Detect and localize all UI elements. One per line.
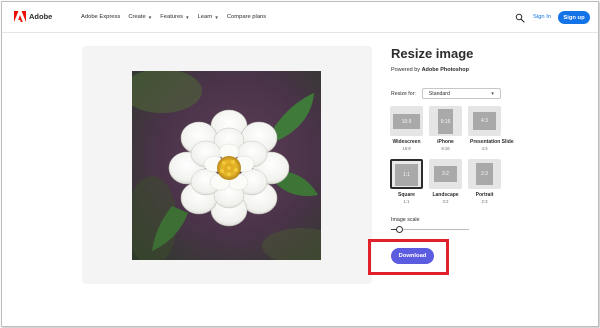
search-icon[interactable] — [515, 13, 525, 23]
option-ratio: 2:3 — [481, 199, 488, 204]
chevron-down-icon: ▼ — [214, 14, 219, 20]
option-widescreen[interactable]: 16:9 Widescreen 16:9 — [390, 106, 428, 151]
top-header: Adobe Adobe Express Create ▼ Features ▼ … — [2, 2, 598, 33]
option-ratio: 1:1 — [403, 199, 410, 204]
nav-label: Learn — [197, 14, 213, 20]
resize-for-label: Resize for: — [391, 90, 416, 97]
option-presentation-slide[interactable]: 4:3 Presentation Slide 4:3 — [468, 106, 514, 151]
chevron-down-icon: ▼ — [185, 14, 190, 20]
option-tile: 2:3 — [468, 159, 501, 189]
chevron-down-icon: ▼ — [147, 14, 153, 20]
panel-title: Resize image — [391, 46, 474, 61]
option-ratio: 9:16 — [441, 146, 450, 151]
nav-adobe-express[interactable]: Adobe Express — [81, 14, 120, 20]
app-window: Adobe Adobe Express Create ▼ Features ▼ … — [1, 1, 599, 327]
option-name: Landscape — [432, 192, 459, 198]
sign-up-button[interactable]: Sign up — [558, 11, 590, 24]
adobe-logo[interactable]: Adobe — [14, 11, 52, 22]
option-iphone[interactable]: 9:16 iPhone 9:16 — [429, 106, 467, 151]
powered-brand: Adobe Photoshop — [421, 67, 469, 73]
chevron-down-icon: ▼ — [490, 91, 495, 96]
select-value: Standard — [428, 90, 450, 97]
flower-photo-icon — [132, 71, 321, 260]
option-name: iPhone — [437, 139, 454, 145]
download-button[interactable]: Download — [391, 248, 434, 264]
powered-prefix: Powered by — [391, 67, 422, 73]
nav-create[interactable]: Create ▼ — [128, 14, 152, 20]
option-landscape[interactable]: 3:2 Landscape 3:2 — [429, 159, 467, 204]
tile-ratio: 2:3 — [476, 163, 493, 185]
main-nav: Adobe Express Create ▼ Features ▼ Learn … — [81, 14, 274, 20]
image-canvas — [82, 46, 372, 284]
resize-for-row: Resize for: Standard ▼ — [391, 88, 501, 99]
tile-ratio: 4:3 — [473, 112, 496, 130]
option-tile: 16:9 — [390, 106, 423, 136]
tile-ratio: 9:16 — [438, 109, 453, 134]
option-name: Presentation Slide — [470, 139, 514, 145]
tile-ratio: 1:1 — [395, 164, 418, 186]
nav-compare-plans[interactable]: Compare plans — [227, 14, 266, 20]
nav-label: Features — [160, 14, 184, 20]
nav-learn[interactable]: Learn ▼ — [198, 14, 219, 20]
nav-label: Adobe Express — [81, 14, 121, 20]
image-scale-label: Image scale — [391, 217, 420, 223]
option-name: Portrait — [475, 192, 494, 198]
option-name: Widescreen — [392, 139, 421, 145]
image-scale-slider-thumb[interactable] — [396, 226, 403, 233]
option-ratio: 4:3 — [481, 146, 488, 151]
option-portrait[interactable]: 2:3 Portrait 2:3 — [468, 159, 506, 204]
option-ratio: 16:9 — [402, 146, 411, 151]
powered-by-text: Powered by Adobe Photoshop — [391, 67, 469, 73]
sign-in-link[interactable]: Sign In — [533, 14, 551, 20]
tile-ratio: 16:9 — [393, 114, 420, 129]
option-square[interactable]: 1:1 Square 1:1 — [390, 159, 428, 204]
option-ratio: 3:2 — [442, 199, 449, 204]
nav-label: Create — [128, 14, 146, 20]
option-tile-selected: 1:1 — [390, 159, 423, 189]
nav-features[interactable]: Features ▼ — [160, 14, 189, 20]
option-tile: 4:3 — [468, 106, 501, 136]
option-tile: 9:16 — [429, 106, 462, 136]
option-name: Square — [398, 192, 415, 198]
option-tile: 3:2 — [429, 159, 462, 189]
brand-name: Adobe — [29, 12, 53, 21]
resize-for-select[interactable]: Standard ▼ — [421, 88, 501, 99]
tile-ratio: 3:2 — [434, 166, 457, 182]
uploaded-photo — [132, 71, 321, 260]
adobe-logo-icon — [14, 11, 26, 22]
nav-label: Compare plans — [226, 14, 267, 20]
